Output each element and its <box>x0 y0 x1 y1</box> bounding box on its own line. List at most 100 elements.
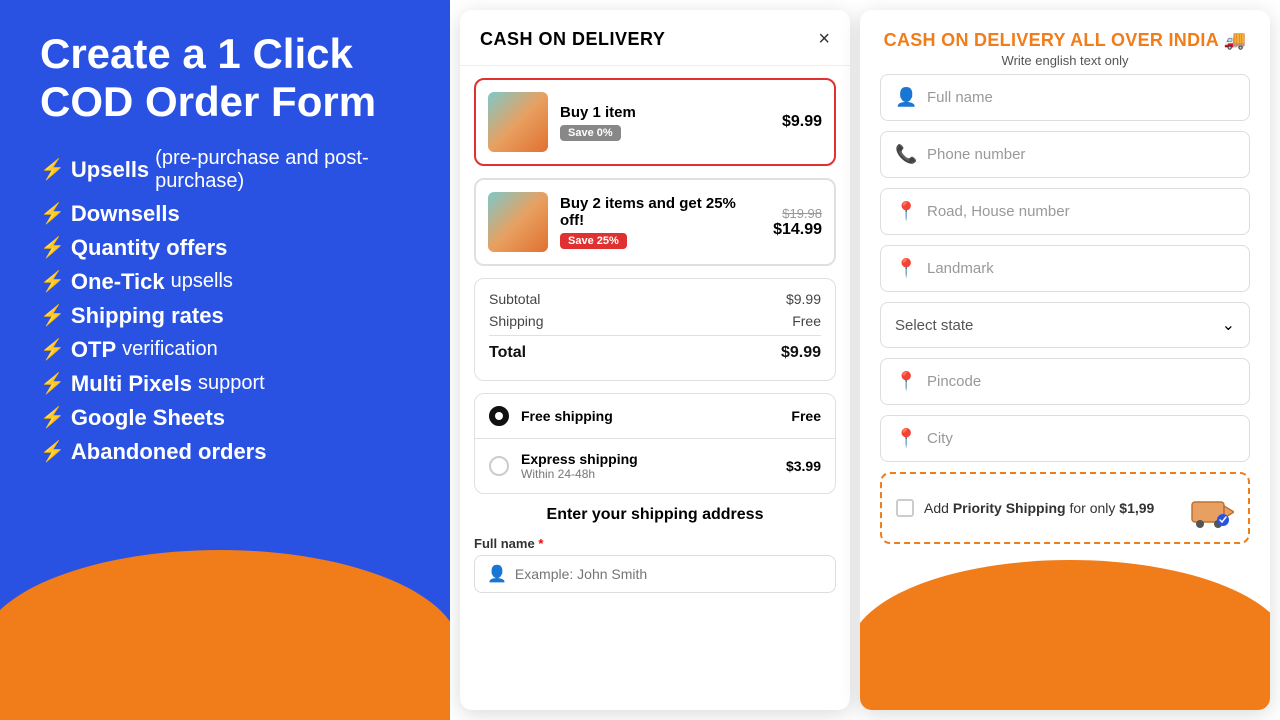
summary-total: Total $9.99 <box>489 335 821 362</box>
full-name-input-wrapper[interactable]: 👤 <box>474 555 836 593</box>
field-pincode-placeholder: Pincode <box>927 373 981 390</box>
shipping-options: Free shipping Free Express shipping With… <box>474 393 836 494</box>
feature-onetick: ⚡ One-Tick upsells <box>40 269 410 295</box>
bolt-icon-7: ⚡ <box>40 371 65 396</box>
product-info-1: Buy 1 item Save 0% <box>560 104 770 141</box>
modal-header: CASH ON DELIVERY × <box>460 10 850 66</box>
product-name-2: Buy 2 items and get 25% off! <box>560 195 761 229</box>
address-section: Enter your shipping address Full name * … <box>460 506 850 607</box>
shipping-sub-express: Within 24-48h <box>521 467 774 481</box>
shipping-info-free: Free shipping <box>521 408 779 424</box>
right-header-sub: Write english text only <box>880 53 1250 68</box>
right-header: CASH ON DELIVERY ALL OVER INDIA 🚚 Write … <box>880 30 1250 68</box>
feature-pixels-light: support <box>198 372 265 395</box>
modal-title: CASH ON DELIVERY <box>480 29 665 50</box>
full-name-input[interactable] <box>515 566 823 582</box>
priority-icon <box>1190 486 1234 530</box>
feature-onetick-light: upsells <box>171 270 233 293</box>
location-icon-road: 📍 <box>895 201 917 222</box>
feature-otp: ⚡ OTP verification <box>40 337 410 363</box>
feature-sheets: ⚡ Google Sheets <box>40 405 410 431</box>
product-image-2 <box>488 192 548 252</box>
chevron-down-icon: ⌄ <box>1222 315 1235 335</box>
main-title: Create a 1 Click COD Order Form <box>40 30 410 127</box>
feature-abandoned-label: Abandoned orders <box>71 439 267 465</box>
feature-upsells: ⚡ Upsells (pre-purchase and post-purchas… <box>40 147 410 193</box>
bolt-icon-4: ⚡ <box>40 269 65 294</box>
bolt-icon-2: ⚡ <box>40 201 65 226</box>
radio-express[interactable] <box>489 456 509 476</box>
address-title: Enter your shipping address <box>474 506 836 524</box>
save-badge-2: Save 25% <box>560 233 627 249</box>
feature-list: ⚡ Upsells (pre-purchase and post-purchas… <box>40 147 410 465</box>
feature-upsells-light: (pre-purchase and post-purchase) <box>155 147 410 193</box>
right-header-title: CASH ON DELIVERY ALL OVER INDIA 🚚 <box>880 30 1250 51</box>
product-price-2: $19.98 $14.99 <box>773 206 822 239</box>
field-city-placeholder: City <box>927 430 953 447</box>
feature-onetick-label: One-Tick <box>71 269 165 295</box>
feature-quantity-label: Quantity offers <box>71 235 227 261</box>
close-button[interactable]: × <box>818 28 830 51</box>
product-price-1: $9.99 <box>782 113 822 131</box>
shipping-price-express: $3.99 <box>786 458 821 474</box>
required-marker: * <box>538 536 543 551</box>
summary-subtotal: Subtotal $9.99 <box>489 291 821 307</box>
product-info-2: Buy 2 items and get 25% off! Save 25% <box>560 195 761 249</box>
subtotal-value: $9.99 <box>786 291 821 307</box>
person-icon-right: 👤 <box>895 87 917 108</box>
shipping-name-free: Free shipping <box>521 408 779 424</box>
field-landmark-placeholder: Landmark <box>927 260 994 277</box>
price-current-2: $14.99 <box>773 221 822 239</box>
bolt-icon-3: ⚡ <box>40 235 65 260</box>
field-phone-placeholder: Phone number <box>927 146 1025 163</box>
full-name-label: Full name * <box>474 536 836 551</box>
state-select[interactable]: Select state ⌄ <box>880 302 1250 348</box>
feature-abandoned: ⚡ Abandoned orders <box>40 439 410 465</box>
field-full-name-placeholder: Full name <box>927 89 993 106</box>
summary-shipping: Shipping Free <box>489 313 821 329</box>
price-original-2: $19.98 <box>773 206 822 221</box>
shipping-value: Free <box>792 313 821 329</box>
right-panel: CASH ON DELIVERY ALL OVER INDIA 🚚 Write … <box>860 10 1270 710</box>
field-road[interactable]: 📍 Road, House number <box>880 188 1250 235</box>
feature-shipping-label: Shipping rates <box>71 303 224 329</box>
feature-quantity: ⚡ Quantity offers <box>40 235 410 261</box>
field-city[interactable]: 📍 City <box>880 415 1250 462</box>
order-summary: Subtotal $9.99 Shipping Free Total $9.99 <box>474 278 836 381</box>
product-option-2[interactable]: Buy 2 items and get 25% off! Save 25% $1… <box>474 178 836 266</box>
priority-text: Add Priority Shipping for only $1,99 <box>924 500 1180 516</box>
person-icon: 👤 <box>487 564 507 584</box>
shipping-info-express: Express shipping Within 24-48h <box>521 451 774 481</box>
feature-pixels: ⚡ Multi Pixels support <box>40 371 410 397</box>
priority-bold: Priority Shipping <box>953 500 1066 516</box>
cod-modal: CASH ON DELIVERY × Buy 1 item Save 0% $9… <box>460 10 850 710</box>
field-road-placeholder: Road, House number <box>927 203 1070 220</box>
feature-otp-label: OTP <box>71 337 116 363</box>
bolt-icon-8: ⚡ <box>40 405 65 430</box>
bolt-icon-5: ⚡ <box>40 303 65 328</box>
shipping-opt-express[interactable]: Express shipping Within 24-48h $3.99 <box>475 439 835 493</box>
field-landmark[interactable]: 📍 Landmark <box>880 245 1250 292</box>
bolt-icon-9: ⚡ <box>40 439 65 464</box>
field-full-name[interactable]: 👤 Full name <box>880 74 1250 121</box>
subtotal-label: Subtotal <box>489 291 540 307</box>
priority-price: $1,99 <box>1119 500 1154 516</box>
priority-checkbox[interactable] <box>896 499 914 517</box>
priority-shipping-box[interactable]: Add Priority Shipping for only $1,99 <box>880 472 1250 544</box>
product-option-1[interactable]: Buy 1 item Save 0% $9.99 <box>474 78 836 166</box>
product-image-1 <box>488 92 548 152</box>
shipping-label: Shipping <box>489 313 544 329</box>
location-icon-city: 📍 <box>895 428 917 449</box>
field-phone[interactable]: 📞 Phone number <box>880 131 1250 178</box>
total-value: $9.99 <box>781 344 821 362</box>
feature-shipping: ⚡ Shipping rates <box>40 303 410 329</box>
field-pincode[interactable]: 📍 Pincode <box>880 358 1250 405</box>
left-panel: Create a 1 Click COD Order Form ⚡ Upsell… <box>0 0 450 720</box>
feature-otp-light: verification <box>122 338 218 361</box>
bolt-icon-6: ⚡ <box>40 337 65 362</box>
price-current-1: $9.99 <box>782 113 822 131</box>
feature-pixels-label: Multi Pixels <box>71 371 192 397</box>
radio-free[interactable] <box>489 406 509 426</box>
bolt-icon: ⚡ <box>40 157 65 182</box>
shipping-opt-free[interactable]: Free shipping Free <box>475 394 835 439</box>
